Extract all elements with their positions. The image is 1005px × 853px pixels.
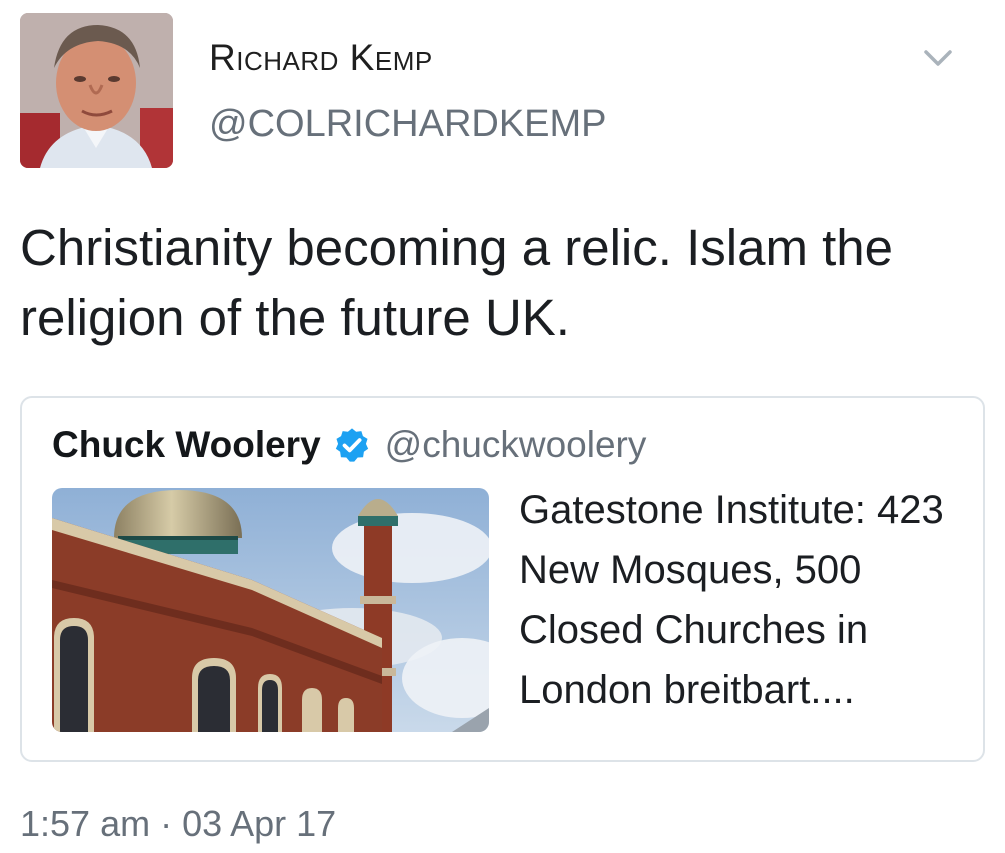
tweet-timestamp[interactable]: 1:57 am · 03 Apr 17 — [20, 803, 336, 845]
chevron-down-icon[interactable] — [920, 40, 956, 76]
quoted-tweet-header: Chuck Woolery @chuckwoolery — [52, 424, 646, 466]
tweet-text: Christianity becoming a relic. Islam the… — [20, 219, 894, 346]
author-name[interactable]: Richard Kemp — [209, 37, 433, 79]
quoted-tweet-card[interactable]: Chuck Woolery @chuckwoolery Gatestone In… — [20, 396, 985, 762]
quoted-author-name[interactable]: Chuck Woolery — [52, 424, 321, 466]
mosque-photo[interactable] — [52, 488, 489, 732]
verified-badge-icon — [335, 428, 368, 462]
quoted-link-text[interactable]: Gatestone Institute: 423 New Mosques, 50… — [519, 480, 974, 720]
author-avatar[interactable] — [20, 13, 173, 168]
author-handle[interactable]: @COLRICHARDKEMP — [209, 103, 607, 146]
quoted-author-handle[interactable]: @chuckwoolery — [385, 424, 647, 466]
